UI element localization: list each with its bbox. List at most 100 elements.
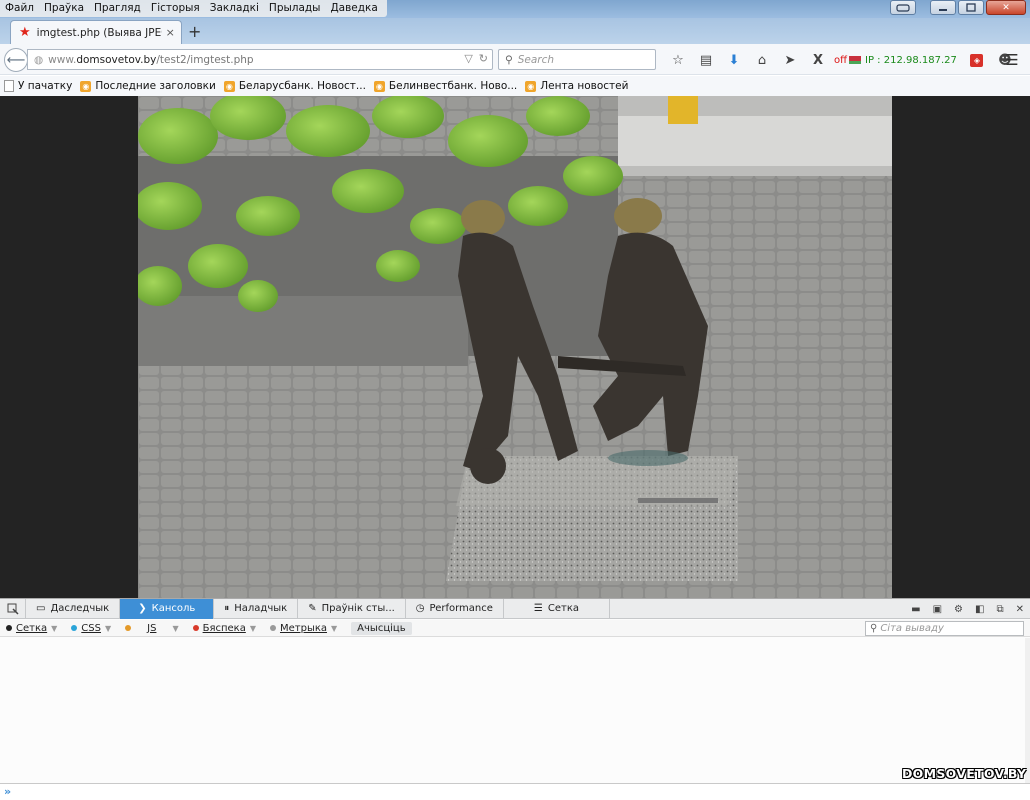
window-controls: ✕	[890, 0, 1026, 15]
filter-label: Сетка	[16, 622, 48, 634]
menu-bookmarks[interactable]: Закладкі	[205, 0, 264, 17]
tab-title: imgtest.php (Выява JPEG, ...	[36, 26, 162, 39]
filter-css[interactable]: CSS ▼	[71, 623, 111, 634]
rss-icon: ◉	[80, 80, 92, 92]
inspector-icon: ▭	[36, 603, 46, 614]
menu-hamburger-icon[interactable]: ☰	[1000, 50, 1024, 70]
search-icon: ⚲	[505, 53, 513, 66]
bookmark-item[interactable]: ◉ Белинвестбанк. Ново...	[373, 80, 518, 92]
toolbar-icons: ☆ ▤ ⬇ ⌂ ➤ X off IP : 212.98.187.27 ◈ ☻	[664, 50, 1019, 70]
clear-button[interactable]: Ачысціць	[351, 621, 412, 635]
menu-view[interactable]: Прагляд	[89, 0, 146, 17]
menu-edit[interactable]: Праўка	[39, 0, 89, 17]
menu-tools[interactable]: Прылады	[264, 0, 326, 17]
dock-side-icon[interactable]: ◧	[975, 604, 984, 615]
network-icon: ☰	[533, 603, 543, 614]
filter-security[interactable]: Бяспека ▼	[192, 623, 256, 634]
bookmark-label: Беларусбанк. Новост...	[238, 80, 366, 92]
rss-icon: ◉	[525, 80, 537, 92]
addon-red-icon[interactable]: ◈	[963, 50, 991, 70]
tab-imgtest[interactable]: ★ imgtest.php (Выява JPEG, ... ×	[10, 20, 182, 44]
url-host-prefix: www.	[48, 53, 77, 66]
flag-icon	[849, 56, 862, 64]
back-button[interactable]: ⟵	[4, 48, 28, 72]
tab-label: Performance	[429, 603, 493, 614]
tab-network[interactable]: ☰ Сетка	[504, 598, 611, 619]
bookmark-item[interactable]: ◉ Последние заголовки	[80, 80, 216, 92]
undock-icon[interactable]: ⧉	[996, 604, 1003, 615]
split-console-icon[interactable]: ▬	[911, 604, 920, 615]
tab-label: Наладчык	[234, 603, 288, 614]
element-picker-icon[interactable]	[0, 598, 26, 619]
send-icon[interactable]: ➤	[776, 50, 804, 70]
chevron-down-icon: ▼	[104, 623, 112, 633]
search-icon: ⚲	[870, 623, 878, 634]
x-extension-icon[interactable]: X	[804, 50, 832, 70]
console-scrollbar[interactable]	[1025, 638, 1030, 783]
close-devtools-icon[interactable]: ✕	[1016, 604, 1024, 615]
devtools-controls: ▬ ▣ ⚙ ◧ ⧉ ✕	[911, 599, 1024, 619]
maximize-button[interactable]	[958, 0, 984, 15]
url-host: domsovetov.by	[76, 53, 157, 66]
bookmarks-bar: У пачатку ◉ Последние заголовки ◉ Белару…	[0, 76, 1030, 96]
url-bar[interactable]: ◍ www. domsovetov.by /test2/imgtest.php …	[27, 49, 493, 70]
filter-label: CSS	[81, 622, 101, 634]
style-editor-icon: ✎	[308, 603, 317, 614]
search-bar[interactable]: ⚲ Search	[498, 49, 656, 70]
dropdown-arrow-icon[interactable]: ▽	[464, 52, 472, 65]
filter-net[interactable]: Сетка ▼	[6, 623, 57, 634]
console-icon: ❯	[138, 603, 147, 614]
devtools-tabbar: ▭ Даследчык ❯ Кансоль ⏸ Наладчык ✎ Праўн…	[0, 598, 1030, 619]
download-icon[interactable]: ⬇	[720, 50, 748, 70]
filter-js[interactable]: JS ▼	[125, 622, 179, 634]
net-dot-icon	[6, 625, 12, 631]
chevron-down-icon: ▼	[51, 623, 58, 633]
tab-inspector[interactable]: ▭ Даследчык	[26, 598, 121, 619]
filter-label: Метрыка	[279, 622, 328, 634]
menu-file[interactable]: Файл	[0, 0, 39, 17]
tab-debugger[interactable]: ⏸ Наладчык	[214, 598, 299, 619]
filter-label: JS	[147, 622, 157, 634]
chevron-down-icon: ▼	[331, 623, 338, 633]
settings-gear-icon[interactable]: ⚙	[954, 604, 963, 615]
tab-console[interactable]: ❯ Кансоль	[120, 598, 215, 619]
close-window-button[interactable]: ✕	[986, 0, 1026, 15]
new-tab-button[interactable]: +	[188, 22, 201, 41]
bookmark-item[interactable]: ◉ Лента новостей	[525, 80, 628, 92]
rss-icon: ◉	[223, 80, 235, 92]
tab-label: Сетка	[547, 603, 580, 614]
menu-help[interactable]: Даведка	[325, 0, 382, 17]
console-filter-input[interactable]: ⚲ Сіта вываду	[865, 621, 1024, 636]
tab-style-editor[interactable]: ✎ Праўнік сты...	[298, 598, 406, 619]
globe-icon: ◍	[34, 53, 44, 66]
minimize-button[interactable]	[930, 0, 956, 15]
reading-list-icon[interactable]: ▤	[692, 50, 720, 70]
bookmark-item[interactable]: ◉ Беларусбанк. Новост...	[223, 80, 366, 92]
js-dot-icon	[125, 625, 132, 631]
proxy-off-label[interactable]: off	[834, 55, 847, 66]
console-input[interactable]	[0, 783, 1030, 800]
url-path: /test2/imgtest.php	[156, 53, 254, 66]
restore-tab-icon[interactable]	[890, 0, 916, 15]
responsive-icon[interactable]: ▣	[933, 604, 942, 615]
css-dot-icon	[71, 625, 78, 631]
ip-address-label: IP : 212.98.187.27	[865, 54, 957, 66]
bookmark-item[interactable]: У пачатку	[4, 80, 72, 92]
tab-label: Даследчык	[50, 603, 110, 614]
reload-icon[interactable]: ↻	[479, 52, 488, 65]
bookmark-label: У пачатку	[18, 80, 73, 92]
browser-window: Файл Праўка Прагляд Гісторыя Закладкі Пр…	[0, 0, 1030, 800]
bookmark-label: Белинвестбанк. Ново...	[388, 80, 518, 92]
rss-icon: ◉	[373, 80, 385, 92]
menu-history[interactable]: Гісторыя	[146, 0, 205, 17]
tab-performance[interactable]: ◷ Performance	[406, 598, 504, 619]
chevron-down-icon: ▼	[172, 623, 179, 633]
bookmark-star-icon[interactable]: ☆	[664, 50, 692, 70]
home-icon[interactable]: ⌂	[748, 50, 776, 70]
performance-icon: ◷	[415, 603, 425, 614]
bookmark-label: Лента новостей	[540, 80, 629, 92]
chevron-down-icon: ▼	[249, 623, 256, 633]
tab-close-icon[interactable]: ×	[166, 26, 175, 39]
filter-logging[interactable]: Метрыка ▼	[269, 622, 338, 634]
bookmark-label: Последние заголовки	[95, 80, 216, 92]
